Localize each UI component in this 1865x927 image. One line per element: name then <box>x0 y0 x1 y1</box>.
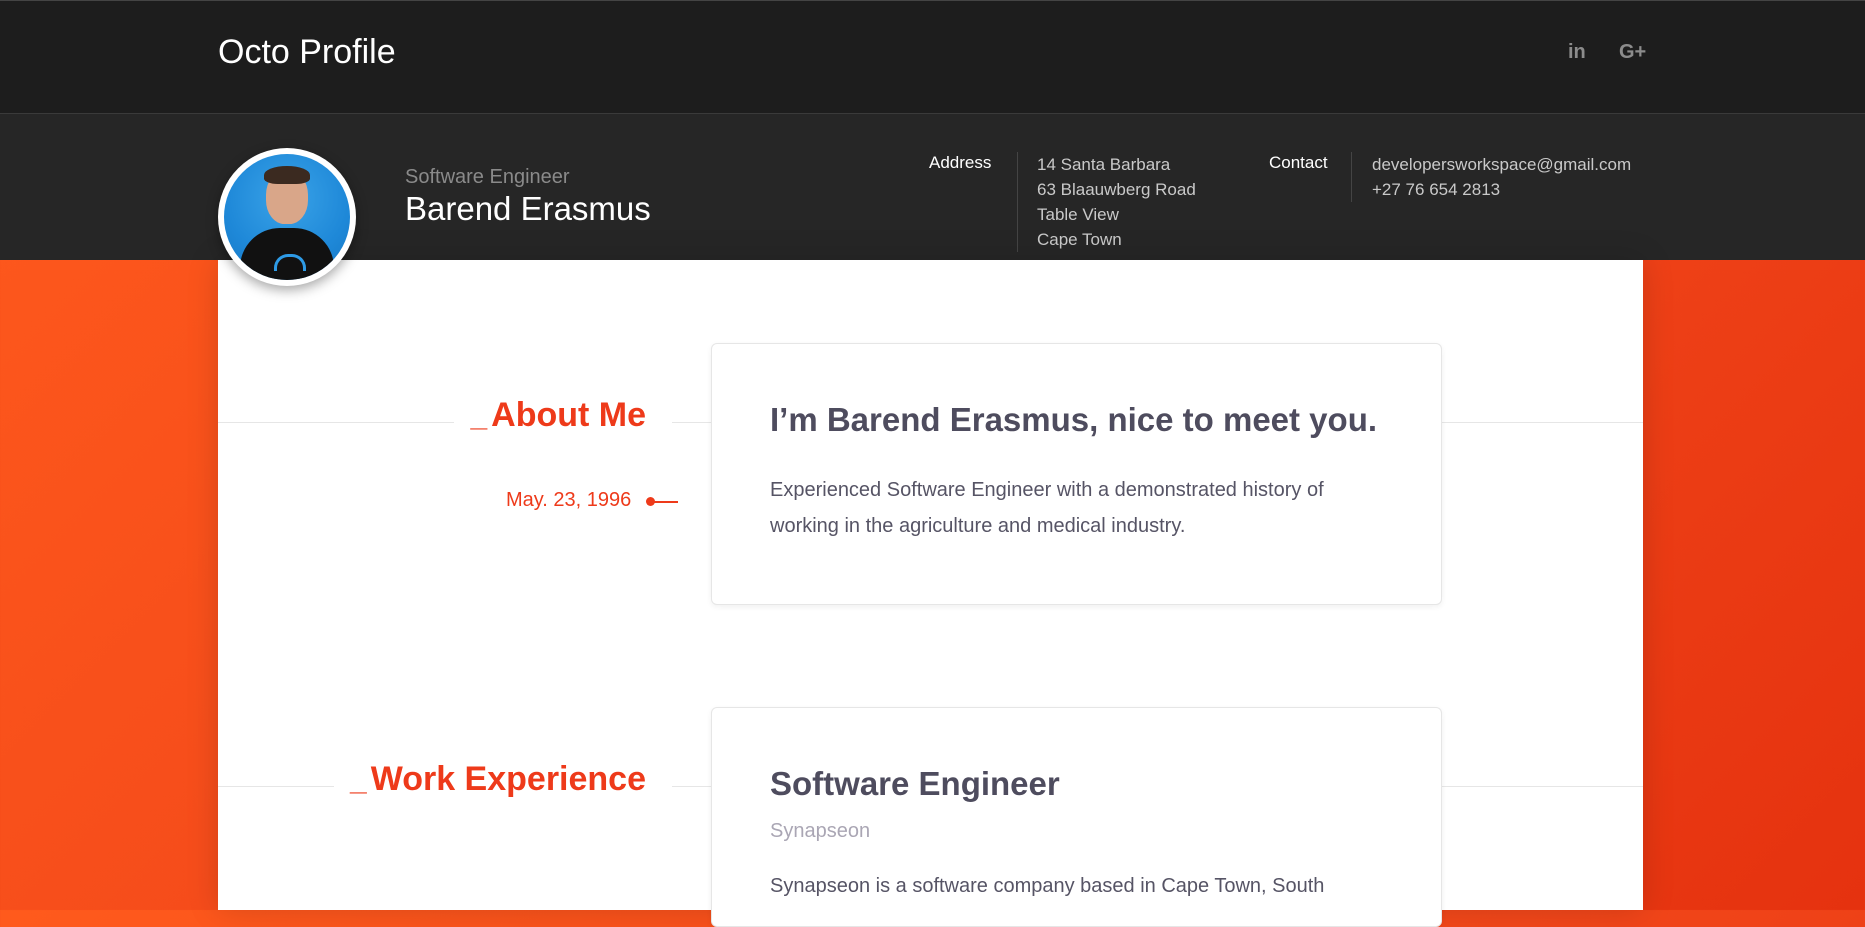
avatar <box>218 148 356 286</box>
work-text: Synapseon is a software company based in… <box>770 875 1325 897</box>
address-line: Cape Town <box>1037 230 1122 249</box>
about-text: Experienced Software Engineer with a dem… <box>770 479 1324 537</box>
address-divider <box>1017 152 1018 252</box>
address-block: 14 Santa Barbara 63 Blaauwberg Road Tabl… <box>1037 152 1196 252</box>
timeline-connector <box>654 501 678 503</box>
about-card: I’m Barend Erasmus, nice to meet you. Ex… <box>711 343 1442 605</box>
work-card: Software Engineer Synapseon Synapseon is… <box>711 707 1442 927</box>
address-line: Table View <box>1037 205 1119 224</box>
about-section-label: _ About Me <box>454 396 672 435</box>
work-section-label: _ Work Experience <box>334 760 672 799</box>
googleplus-icon[interactable]: G+ <box>1619 41 1646 64</box>
address-label: Address <box>929 153 992 172</box>
contact-block: developersworkspace@gmail.com +27 76 654… <box>1372 152 1631 202</box>
address-line: 63 Blaauwberg Road <box>1037 180 1196 199</box>
profile-job-title: Software Engineer <box>405 166 570 188</box>
brand-title[interactable]: Octo Profile <box>218 33 396 72</box>
work-company: Synapseon <box>770 820 871 842</box>
contact-label: Contact <box>1269 153 1328 172</box>
contact-divider <box>1351 152 1352 202</box>
about-section-title: About Me <box>491 396 646 434</box>
about-date: May. 23, 1996 <box>506 489 632 511</box>
linkedin-icon[interactable]: in <box>1568 41 1586 64</box>
contact-phone[interactable]: +27 76 654 2813 <box>1372 177 1631 202</box>
profile-name: Barend Erasmus <box>405 190 651 227</box>
avatar-photo <box>224 154 350 280</box>
work-section-title: Work Experience <box>370 760 646 798</box>
top-navbar: Octo Profile in G+ <box>0 0 1865 114</box>
contact-email[interactable]: developersworkspace@gmail.com <box>1372 152 1631 177</box>
address-line: 14 Santa Barbara <box>1037 155 1171 174</box>
main-card: _ About Me May. 23, 1996 I’m Barend Erasm… <box>218 260 1643 927</box>
about-heading: I’m Barend Erasmus, nice to meet you. <box>770 401 1378 438</box>
work-role: Software Engineer <box>770 765 1060 802</box>
